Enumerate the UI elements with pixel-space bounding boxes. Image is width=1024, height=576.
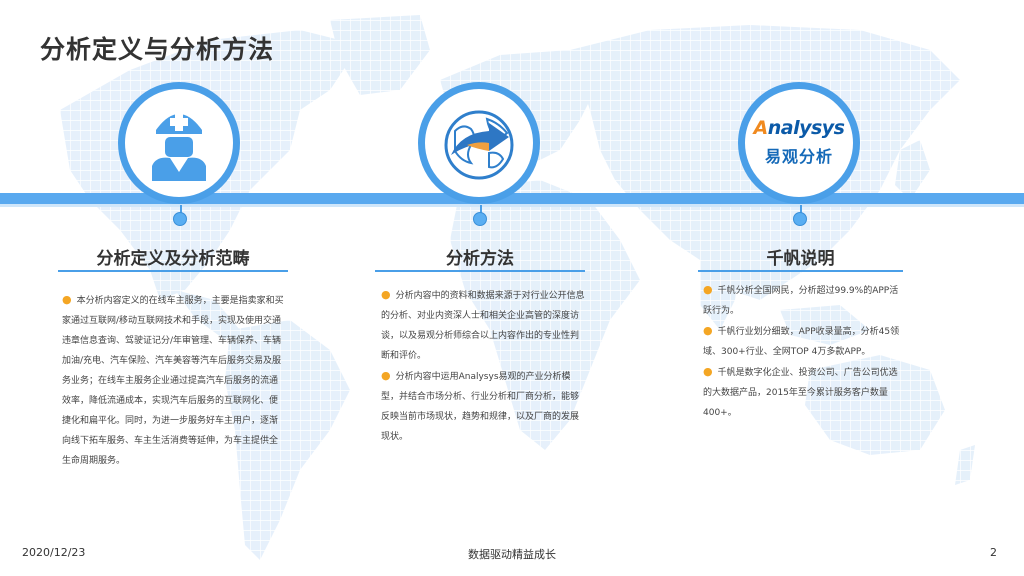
bullet-dot: ●	[703, 283, 713, 296]
footer-slogan: 数据驱动精益成长	[468, 548, 556, 561]
timeline-pin	[473, 212, 487, 226]
analysys-logo: Analysys 易观分析	[753, 117, 845, 167]
icon-circle-definition	[118, 82, 240, 204]
icon-circle-method	[418, 82, 540, 204]
body-paragraph: ● 千帆是数字化企业、投资公司、广告公司优选的大数据产品，2015年至今累计服务客…	[703, 365, 898, 418]
bullet-dot: ●	[703, 324, 713, 337]
icon-circle-qianfan: Analysys 易观分析	[738, 82, 860, 204]
column-underline	[58, 270, 288, 272]
timeline-pin	[793, 212, 807, 226]
body-paragraph: ● 本分析内容定义的在线车主服务，主要是指卖家和买家通过互联网/移动互联网技术和手…	[62, 293, 284, 466]
analysys-logo-cn: 易观分析	[764, 147, 833, 166]
body-paragraph: ● 分析内容中的资料和数据来源于对行业公开信息的分析、对业内资深人士和相关企业高管…	[381, 288, 585, 361]
column-body-definition: ● 本分析内容定义的在线车主服务，主要是指卖家和买家通过互联网/移动互联网技术和手…	[62, 290, 286, 471]
column-underline	[375, 270, 585, 272]
body-paragraph: ● 千帆行业划分细致，APP收录量高，分析45领域、300+行业、全网TOP 4万…	[703, 324, 900, 357]
bullet-dot: ●	[381, 369, 391, 382]
nurse-icon	[152, 113, 206, 181]
page-number: 2	[990, 546, 997, 559]
timeline-pin	[173, 212, 187, 226]
column-body-qianfan: ● 千帆分析全国网民，分析超过99.9%的APP活跃行为。 ● 千帆行业划分细致，A…	[703, 280, 903, 423]
bullet-dot: ●	[703, 365, 713, 378]
bullet-dot: ●	[62, 293, 72, 306]
body-paragraph: ● 分析内容中运用Analysys易观的产业分析模型，并结合市场分析、行业分析和厂…	[381, 369, 580, 442]
column-body-method: ● 分析内容中的资料和数据来源于对行业公开信息的分析、对业内资深人士和相关企业高管…	[381, 285, 585, 447]
column-heading-qianfan: 千帆说明	[766, 249, 835, 269]
page-title: 分析定义与分析方法	[40, 35, 275, 64]
body-paragraph: ● 千帆分析全国网民，分析超过99.9%的APP活跃行为。	[703, 283, 899, 316]
globe-arrow-icon	[444, 110, 514, 180]
timeline-bar-shadow	[0, 204, 1024, 207]
column-heading-method: 分析方法	[446, 249, 514, 269]
column-heading-definition: 分析定义及分析范畴	[96, 249, 250, 269]
column-underline	[698, 270, 903, 272]
bullet-dot: ●	[381, 288, 391, 301]
